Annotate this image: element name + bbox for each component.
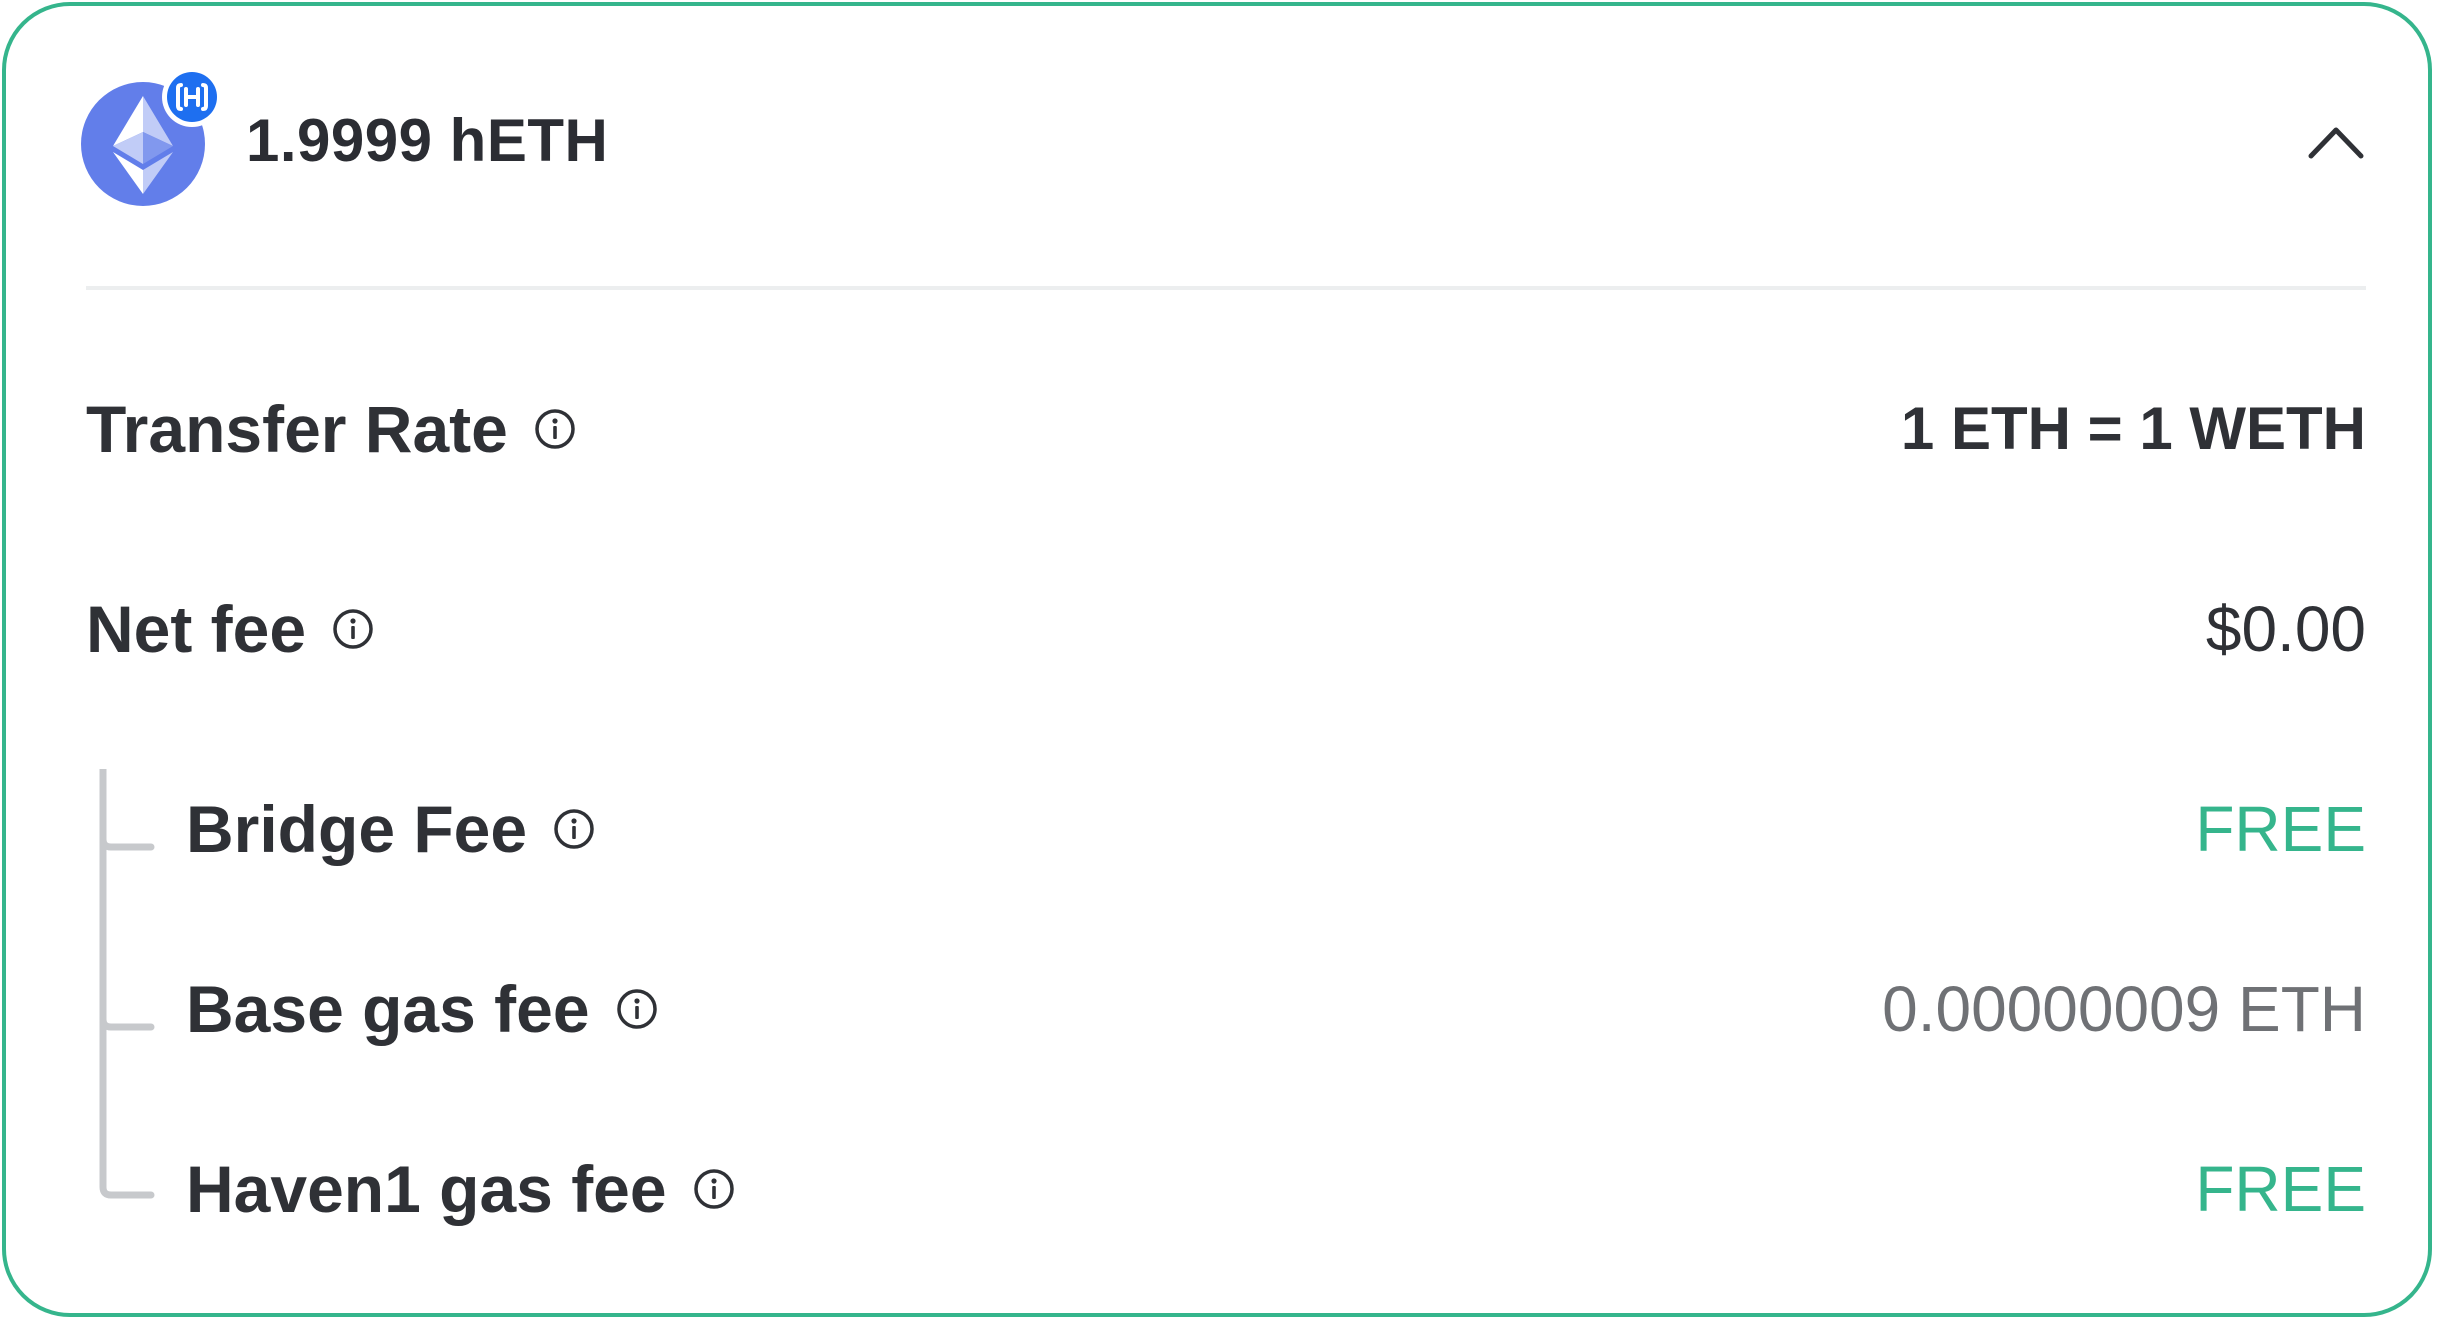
info-icon[interactable] xyxy=(553,808,595,850)
chevron-up-icon[interactable] xyxy=(2301,108,2371,178)
transfer-rate-row: Transfer Rate 1 ETH = 1 WETH xyxy=(86,384,2366,474)
transfer-rate-label: Transfer Rate xyxy=(86,392,508,466)
net-fee-row: Net fee $0.00 xyxy=(86,584,2366,674)
base-gas-fee-label: Base gas fee xyxy=(186,972,590,1046)
haven1-gas-fee-value: FREE xyxy=(2195,1153,2366,1225)
fee-breakdown-tree-lines xyxy=(99,769,155,1199)
transfer-rate-value: 1 ETH = 1 WETH xyxy=(1900,395,2366,462)
haven1-gas-fee-row: Haven1 gas fee FREE xyxy=(186,1144,2366,1234)
base-gas-fee-value: 0.00000009 ETH xyxy=(1882,973,2366,1045)
info-icon[interactable] xyxy=(616,988,658,1030)
info-icon[interactable] xyxy=(332,608,374,650)
bridge-fee-value: FREE xyxy=(2195,793,2366,865)
base-gas-fee-row: Base gas fee 0.00000009 ETH xyxy=(186,964,2366,1054)
net-fee-value: $0.00 xyxy=(2205,593,2366,665)
info-icon[interactable] xyxy=(693,1168,735,1210)
fee-details-card: 1.9999 hETH Transfer Rate 1 ETH = 1 WETH… xyxy=(2,2,2432,1317)
card-header[interactable]: 1.9999 hETH xyxy=(81,66,2371,216)
header-divider xyxy=(86,286,2366,290)
net-fee-label: Net fee xyxy=(86,592,307,666)
bridge-fee-label: Bridge Fee xyxy=(186,792,528,866)
haven1-badge-icon xyxy=(162,67,222,127)
info-icon[interactable] xyxy=(534,408,576,450)
token-balance: 1.9999 hETH xyxy=(246,107,609,174)
bridge-fee-row: Bridge Fee FREE xyxy=(186,784,2366,874)
haven1-gas-fee-label: Haven1 gas fee xyxy=(186,1152,667,1226)
